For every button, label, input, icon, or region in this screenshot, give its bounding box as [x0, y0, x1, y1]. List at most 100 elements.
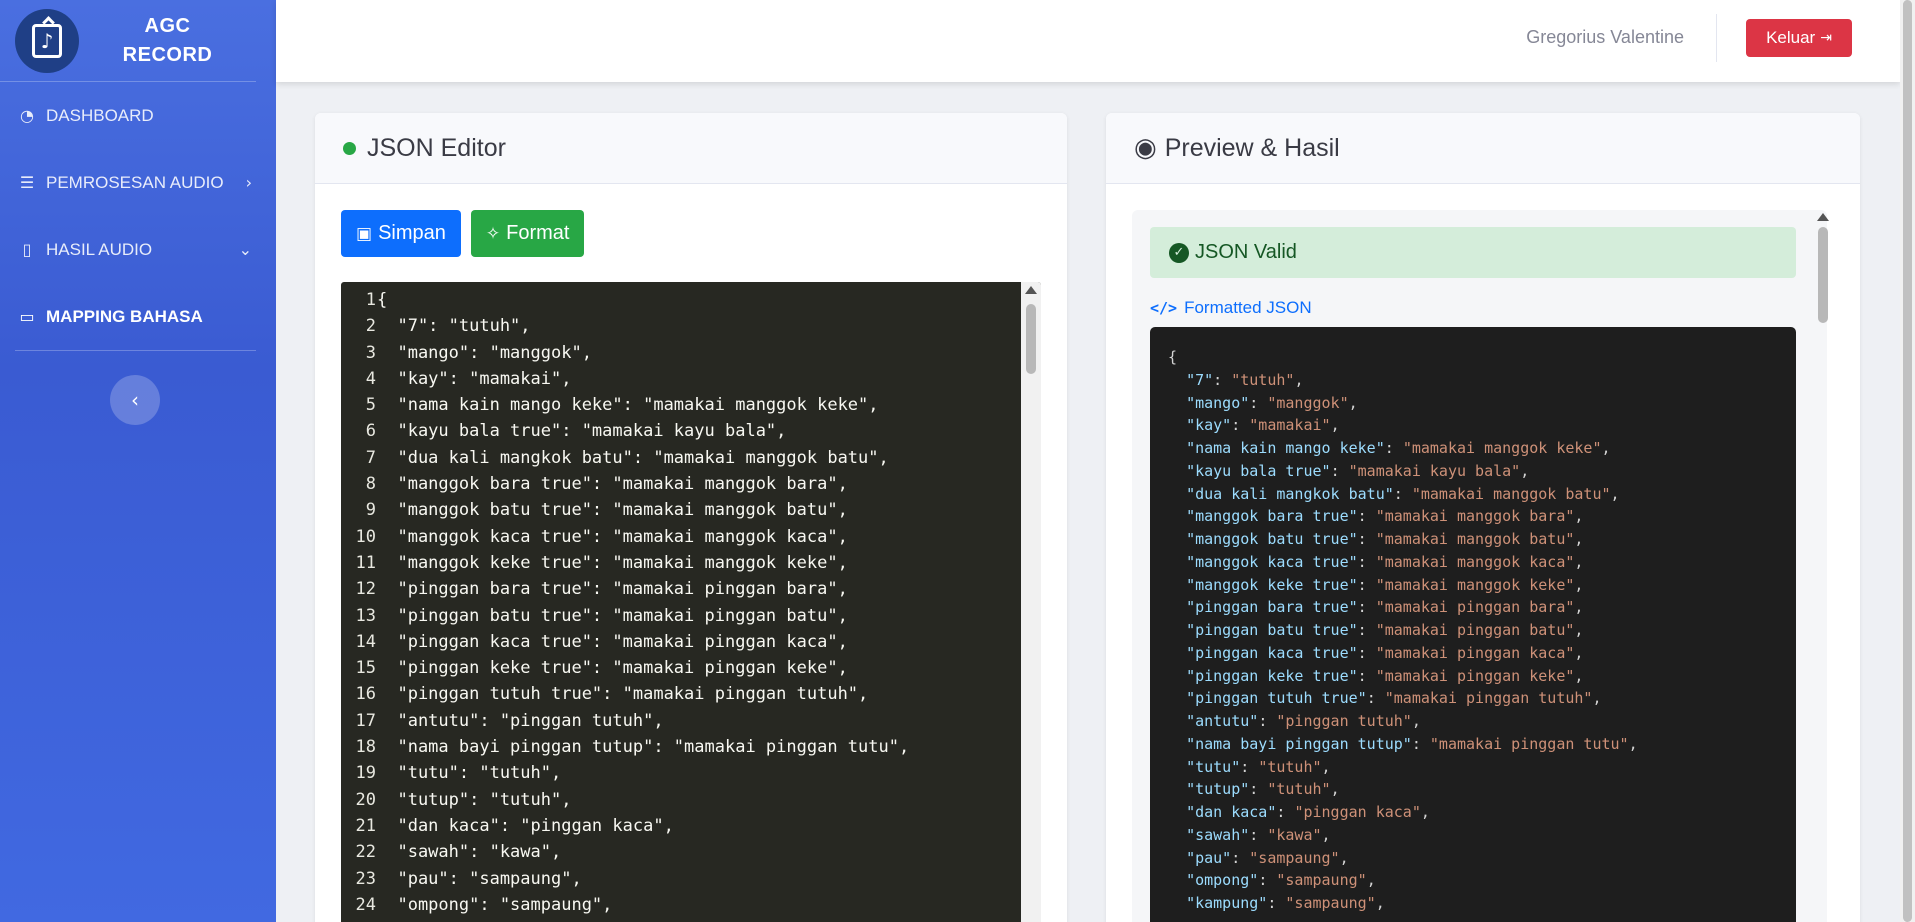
save-button[interactable]: ▣ Simpan [341, 210, 461, 257]
comma: , [1294, 370, 1304, 389]
code-line[interactable]: 13 "pinggan batu true": "mamakai pinggan… [341, 603, 909, 629]
code-lines[interactable]: 1{2 "7": "tutuh", 3 "mango": "manggok", 4 … [341, 287, 910, 918]
code-line[interactable]: 22 "sawah": "kawa", [341, 839, 909, 865]
code-line[interactable]: 7 "dua kali mangkok batu": "mamakai mang… [341, 445, 909, 471]
colon: : [1330, 461, 1349, 480]
code-line[interactable]: 14 "pinggan kaca true": "mamakai pinggan… [341, 629, 909, 655]
code-line[interactable]: 18 "nama bayi pinggan tutup": "mamakai p… [341, 734, 910, 760]
brand[interactable]: ♪ AGC RECORD [0, 0, 256, 82]
floppy-disk-icon: ▣ [356, 223, 373, 244]
line-content: "nama kain mango keke": "mamakai manggok… [377, 395, 879, 416]
json-key: "nama kain mango keke" [1186, 439, 1385, 457]
comma: , [1574, 575, 1584, 594]
topbar: Gregorius Valentine Keluar ⇥ [276, 0, 1900, 82]
comma: , [1574, 666, 1584, 685]
code-line[interactable]: 17 "antutu": "pinggan tutuh", [341, 708, 909, 734]
eye-icon: ◉ [1134, 133, 1157, 163]
code-line[interactable]: 3 "mango": "manggok", [341, 340, 909, 366]
code-line[interactable]: 5 "nama kain mango keke": "mamakai mangg… [341, 392, 909, 418]
sidebar-item-hasil-audio[interactable]: ▯ HASIL AUDIO ⌄ [0, 216, 276, 283]
line-number: 3 [365, 342, 376, 363]
line-content: "manggok keke true": "mamakai manggok ke… [377, 552, 848, 573]
code-line[interactable]: 15 "pinggan keke true": "mamakai pinggan… [341, 655, 909, 681]
line-number: 22 [355, 842, 376, 863]
json-key: "pinggan kaca true" [1186, 643, 1358, 662]
colon: : [1249, 780, 1268, 799]
json-value: "tutuh" [1258, 757, 1322, 776]
json-value: "mamakai pinggan kaca" [1375, 643, 1575, 662]
code-line[interactable]: 2 "7": "tutuh", [341, 313, 909, 339]
formatted-line: "pinggan kaca true": "mamakai pinggan ka… [1168, 642, 1638, 665]
scroll-up-icon[interactable] [1817, 213, 1829, 221]
chevron-down-icon: ⌄ [238, 240, 252, 259]
code-line[interactable]: 12 "pinggan bara true": "mamakai pinggan… [341, 576, 909, 602]
line-number: 24 [355, 894, 376, 915]
scrollbar-thumb[interactable] [1026, 304, 1036, 374]
json-key: "pinggan bara true" [1186, 598, 1358, 617]
brand-line-1: AGC [144, 14, 191, 37]
card-title: Preview & Hasil [1164, 133, 1340, 162]
json-key: "manggok batu true" [1186, 530, 1358, 548]
formatted-line: "manggok bara true": "mamakai manggok ba… [1168, 505, 1638, 528]
code-line[interactable]: 10 "manggok kaca true": "mamakai manggok… [341, 524, 909, 550]
code-line[interactable]: 1{ [341, 287, 909, 313]
format-button[interactable]: ✧ Format [470, 210, 585, 257]
scrollbar-thumb[interactable] [1818, 227, 1828, 323]
line-number: 6 [365, 421, 376, 442]
code-line[interactable]: 9 "manggok batu true": "mamakai manggok … [341, 497, 909, 523]
user-name[interactable]: Gregorius Valentine [1526, 27, 1684, 48]
comma: , [1574, 621, 1584, 639]
formatted-label: Formatted JSON [1184, 298, 1312, 317]
sidebar-nav: ◔ DASHBOARD ☰ PEMROSESAN AUDIO › ▯ HASIL… [0, 82, 276, 350]
comma: , [1375, 894, 1385, 912]
code-line[interactable]: 23 "pau": "sampaung", [341, 866, 909, 892]
code-line[interactable]: 19 "tutu": "tutuh", [341, 760, 909, 786]
scroll-up-icon[interactable] [1025, 286, 1037, 294]
code-line[interactable]: 6 "kayu bala true": "mamakai kayu bala", [341, 418, 909, 444]
sign-out-icon: ⇥ [1820, 30, 1832, 46]
code-line[interactable]: 16 "pinggan tutuh true": "mamakai pingga… [341, 681, 909, 707]
code-line[interactable]: 8 "manggok bara true": "mamakai manggok … [341, 471, 909, 497]
page-scrollbar[interactable] [1900, 0, 1915, 922]
sidebar-item-mapping-bahasa[interactable]: ▭ MAPPING BAHASA [0, 283, 276, 350]
code-line[interactable]: 4 "kay": "mamakai", [341, 366, 909, 392]
line-number: 5 [365, 395, 376, 416]
brand-name: AGC RECORD [79, 12, 256, 70]
json-key: "dan kaca" [1186, 803, 1277, 821]
line-content: "manggok bara true": "mamakai manggok ba… [377, 474, 848, 495]
sidebar-item-label: HASIL AUDIO [46, 239, 153, 259]
json-value: "tutuh" [1267, 780, 1331, 799]
json-value: "mamakai manggok batu" [1375, 530, 1575, 548]
code-line[interactable]: 11 "manggok keke true": "mamakai manggok… [341, 550, 909, 576]
logout-button[interactable]: Keluar ⇥ [1746, 19, 1852, 57]
colon: : [1231, 848, 1250, 867]
editor-scrollbar[interactable] [1021, 282, 1041, 922]
code-line[interactable]: 21 "dan kaca": "pinggan kaca", [341, 813, 909, 839]
line-content: "sawah": "kawa", [377, 842, 562, 863]
preview-scrollbar[interactable] [1815, 210, 1831, 922]
code-line[interactable]: 24 "ompong": "sampaung", [341, 892, 909, 918]
comma: , [1628, 734, 1638, 753]
formatted-line: "kay": "mamakai", [1168, 414, 1638, 437]
json-key: "pinggan tutuh true" [1186, 689, 1367, 708]
json-code-editor[interactable]: 1{2 "7": "tutuh", 3 "mango": "manggok", 4 … [341, 282, 1041, 922]
sidebar-item-label: MAPPING BAHASA [46, 306, 203, 326]
sidebar-item-pemrosesan-audio[interactable]: ☰ PEMROSESAN AUDIO › [0, 149, 276, 216]
code-line[interactable]: 20 "tutup": "tutuh", [341, 787, 909, 813]
line-number: 20 [355, 789, 376, 810]
line-content: "mango": "manggok", [377, 342, 592, 363]
json-key: "pau" [1186, 848, 1232, 867]
comma: , [1321, 757, 1331, 776]
formatted-line: "nama bayi pinggan tutup": "mamakai ping… [1168, 733, 1638, 756]
json-value: "manggok" [1267, 393, 1349, 412]
scrollbar-thumb[interactable] [1903, 0, 1912, 922]
sidebar-toggle-button[interactable]: ‹ [110, 375, 160, 425]
sidebar-item-dashboard[interactable]: ◔ DASHBOARD [0, 82, 276, 149]
